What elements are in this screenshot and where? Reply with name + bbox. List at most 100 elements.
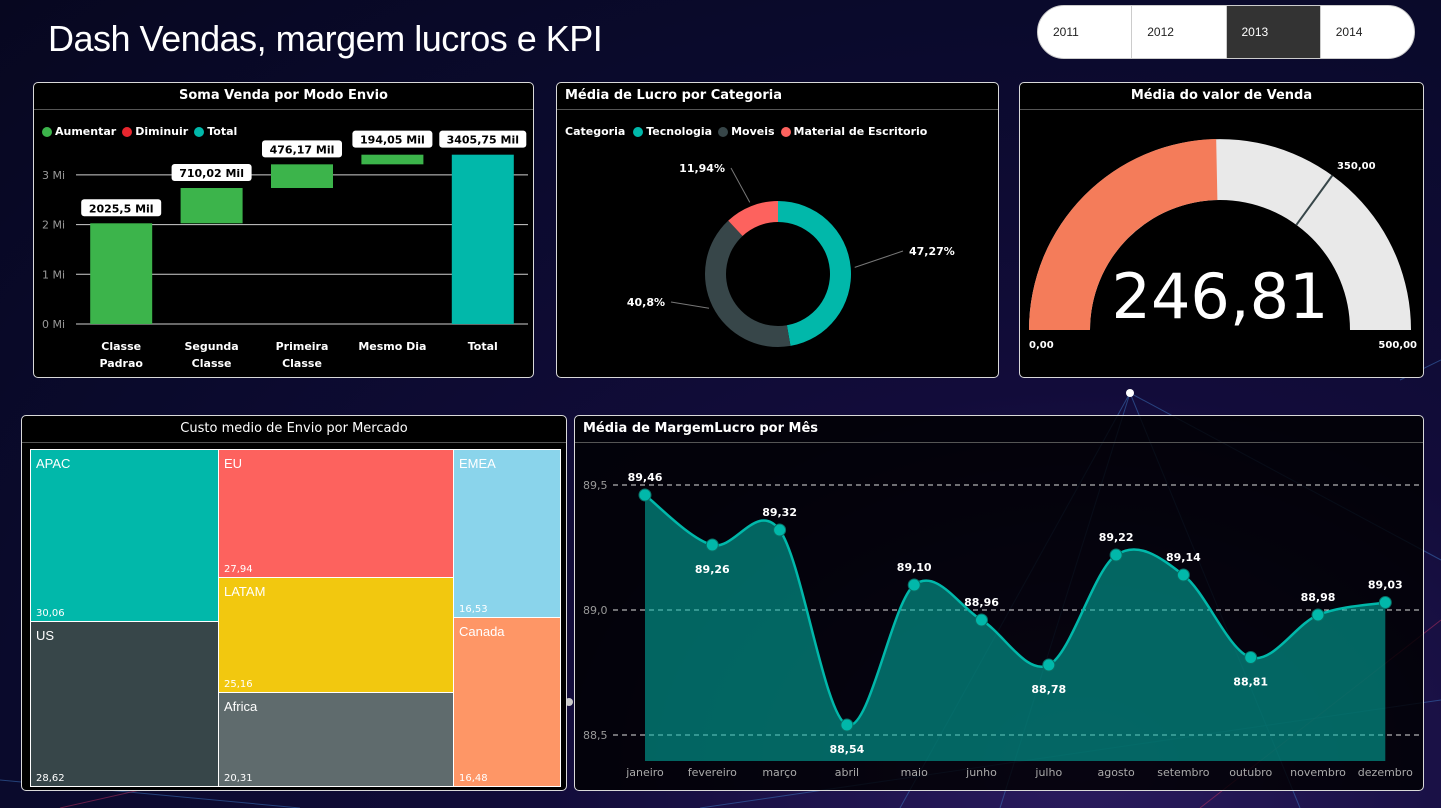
data-label: 88,78 (1031, 683, 1066, 696)
data-point (1176, 568, 1190, 582)
data-label: 476,17 Mil (262, 140, 342, 158)
x-tick-label: agosto (1097, 766, 1134, 779)
data-label: 40,8% (627, 296, 665, 309)
y-tick-label: 89,0 (583, 604, 608, 617)
data-label: 710,02 Mil (171, 164, 252, 182)
x-tick-label: Classe (101, 340, 141, 353)
x-tick-label: Mesmo Dia (358, 340, 426, 353)
donut-slice (778, 201, 851, 346)
x-tick-label: julho (1034, 766, 1062, 779)
waterfall-bar (90, 223, 153, 324)
data-label: 194,05 Mil (352, 130, 433, 148)
gauge-value: 246,81 (1112, 260, 1329, 333)
data-point (975, 613, 988, 627)
data-label: 89,22 (1099, 531, 1134, 544)
treemap-cell-value: 25,16 (224, 679, 253, 690)
year-option-2011[interactable]: 2011 (1038, 6, 1133, 58)
treemap-cell-name: EU (224, 456, 243, 471)
x-tick-label: fevereiro (688, 766, 737, 779)
data-point (907, 578, 921, 592)
x-tick-label: outubro (1229, 766, 1272, 779)
data-label: 88,96 (964, 596, 999, 609)
area-chart: 88,5 89,0 89,5 89,46 janeiro 89,26 fevereiro 89… (583, 471, 1419, 779)
x-tick-label: novembro (1290, 766, 1346, 779)
x-tick-label: setembro (1157, 766, 1210, 779)
treemap-card[interactable]: Custo medio de Envio por Mercado APAC 30… (21, 415, 567, 791)
data-point (1042, 658, 1056, 672)
data-label-leader (670, 301, 710, 309)
y-tick-label: 0 Mi (42, 318, 65, 331)
donut-slice (705, 220, 791, 347)
treemap-cell-name: APAC (36, 456, 71, 471)
treemap-cell-value: 20,31 (224, 773, 253, 784)
data-label-text: 3405,75 Mil (447, 134, 519, 147)
data-label-leader (730, 167, 751, 203)
x-tick-label: Total (468, 340, 498, 353)
data-point (840, 718, 854, 732)
data-label: 89,26 (695, 563, 730, 576)
data-label: 89,14 (1166, 551, 1201, 564)
x-tick-label: dezembro (1358, 766, 1413, 779)
area-title: Média de MargemLucro por Mês (575, 416, 1423, 443)
gauge-min-label: 0,00 (1029, 340, 1054, 351)
treemap-cell-value: 27,94 (224, 564, 253, 575)
treemap-cell-apac[interactable]: APAC 30,06 (30, 449, 219, 622)
gauge-title: Média do valor de Venda (1020, 83, 1423, 110)
waterfall-bar (451, 154, 514, 324)
x-tick-label: Segunda (184, 340, 238, 353)
gauge-target-label: 350,00 (1337, 161, 1376, 172)
y-tick-label: 2 Mi (42, 219, 65, 232)
data-label-text: 194,05 Mil (360, 134, 425, 147)
year-option-2013[interactable]: 2013 (1226, 6, 1321, 58)
treemap-cell-name: LATAM (224, 584, 266, 599)
x-tick-label: janeiro (625, 766, 664, 779)
treemap-cell-value: 30,06 (36, 608, 65, 619)
data-label: 47,27% (909, 245, 955, 258)
y-tick-label: 89,5 (583, 479, 608, 492)
treemap-cell-emea[interactable]: EMEA 16,53 (453, 449, 561, 618)
data-point (638, 488, 652, 502)
treemap-cell-latam[interactable]: LATAM 25,16 (218, 577, 454, 693)
year-slicer[interactable]: 2011 2012 2013 2014 (1037, 5, 1415, 59)
x-tick-label: março (762, 766, 797, 779)
year-option-2014[interactable]: 2014 (1321, 6, 1414, 58)
x-tick-label: junho (965, 766, 997, 779)
treemap-cell-eu[interactable]: EU 27,94 (218, 449, 454, 578)
data-label-text: 710,02 Mil (179, 167, 244, 180)
treemap-cell-us[interactable]: US 28,62 (30, 621, 219, 787)
data-label: 88,81 (1233, 676, 1268, 689)
gauge-card[interactable]: Média do valor de Venda 350,00 246,81 0,… (1019, 82, 1424, 378)
gauge-max-label: 500,00 (1378, 340, 1417, 351)
treemap-cell-value: 28,62 (36, 773, 65, 784)
data-point (1378, 596, 1392, 609)
data-point (705, 538, 719, 552)
data-label: 89,46 (628, 471, 663, 484)
y-tick-label: 3 Mi (42, 169, 65, 182)
waterfall-card[interactable]: Soma Venda por Modo Envio Aumentar Dimin… (33, 82, 534, 378)
x-tick-label: Primeira (276, 340, 329, 353)
waterfall-bar (271, 164, 333, 189)
data-label: 88,98 (1301, 591, 1336, 604)
x-tick-label: maio (901, 766, 929, 779)
data-point (1311, 608, 1325, 622)
data-label: 89,03 (1368, 579, 1403, 592)
gauge-chart: 350,00 246,81 0,00 500,00 (1029, 139, 1417, 351)
x-tick-label: Classe (282, 357, 322, 370)
waterfall-bar (361, 154, 424, 165)
waterfall-chart: 0 Mi 1 Mi 2 Mi 3 Mi 2025,5 Mil Classe Padrao 71… (42, 130, 528, 370)
waterfall-bar (180, 188, 243, 224)
x-tick-label: Classe (192, 357, 232, 370)
waterfall-title: Soma Venda por Modo Envio (34, 83, 533, 110)
y-tick-label: 1 Mi (42, 268, 65, 281)
treemap-cell-name: EMEA (459, 456, 496, 471)
treemap-cell-name: Canada (459, 624, 505, 639)
treemap-cell-name: Africa (224, 699, 258, 714)
donut-card[interactable]: Média de Lucro por Categoria Categoria T… (556, 82, 999, 378)
y-tick-label: 88,5 (583, 729, 608, 742)
treemap-cell-canada[interactable]: Canada 16,48 (453, 617, 561, 787)
year-option-2012[interactable]: 2012 (1132, 6, 1227, 58)
treemap-cell-africa[interactable]: Africa 20,31 (218, 692, 454, 787)
data-label: 89,32 (762, 506, 797, 519)
data-label-text: 476,17 Mil (270, 143, 335, 156)
area-card[interactable]: Média de MargemLucro por Mês 88,5 89,0 89,… (574, 415, 1424, 791)
